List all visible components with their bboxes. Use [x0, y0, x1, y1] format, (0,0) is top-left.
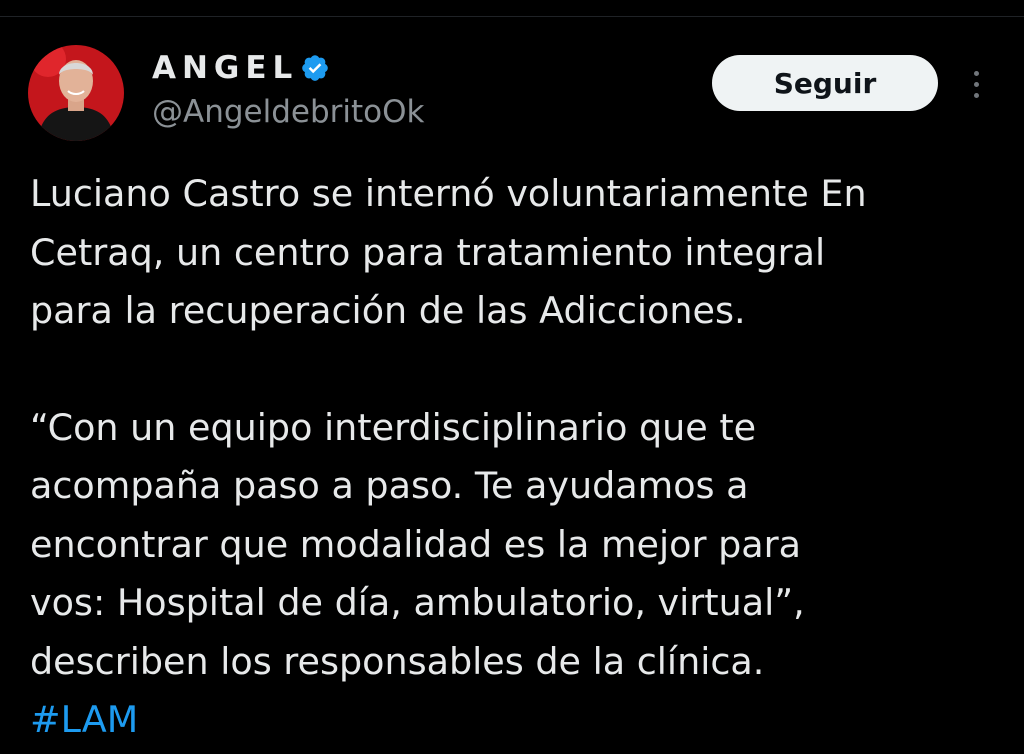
- follow-button[interactable]: Seguir: [712, 55, 938, 111]
- author-handle[interactable]: @AngeldebritoOk: [152, 94, 424, 130]
- verified-badge-icon: [300, 53, 330, 83]
- more-dot: [973, 92, 979, 98]
- tweet-card: ANGEL @AngeldebritoOk Seguir Luciano Cas…: [0, 0, 1024, 754]
- tweet-paragraph-1: Luciano Castro se internó voluntariament…: [30, 172, 867, 332]
- more-dot: [973, 70, 979, 76]
- avatar-image: [28, 45, 124, 141]
- tweet-text: Luciano Castro se internó voluntariament…: [30, 165, 1010, 750]
- author-name-row: ANGEL: [152, 46, 330, 90]
- tweet-paragraph-2: “Con un equipo interdisciplinario que te…: [30, 405, 805, 683]
- avatar[interactable]: [28, 45, 124, 141]
- more-options-icon[interactable]: [962, 64, 990, 104]
- author-display-name[interactable]: ANGEL: [152, 50, 298, 86]
- hashtag-link[interactable]: #LAM: [30, 691, 138, 750]
- more-dot: [973, 81, 979, 87]
